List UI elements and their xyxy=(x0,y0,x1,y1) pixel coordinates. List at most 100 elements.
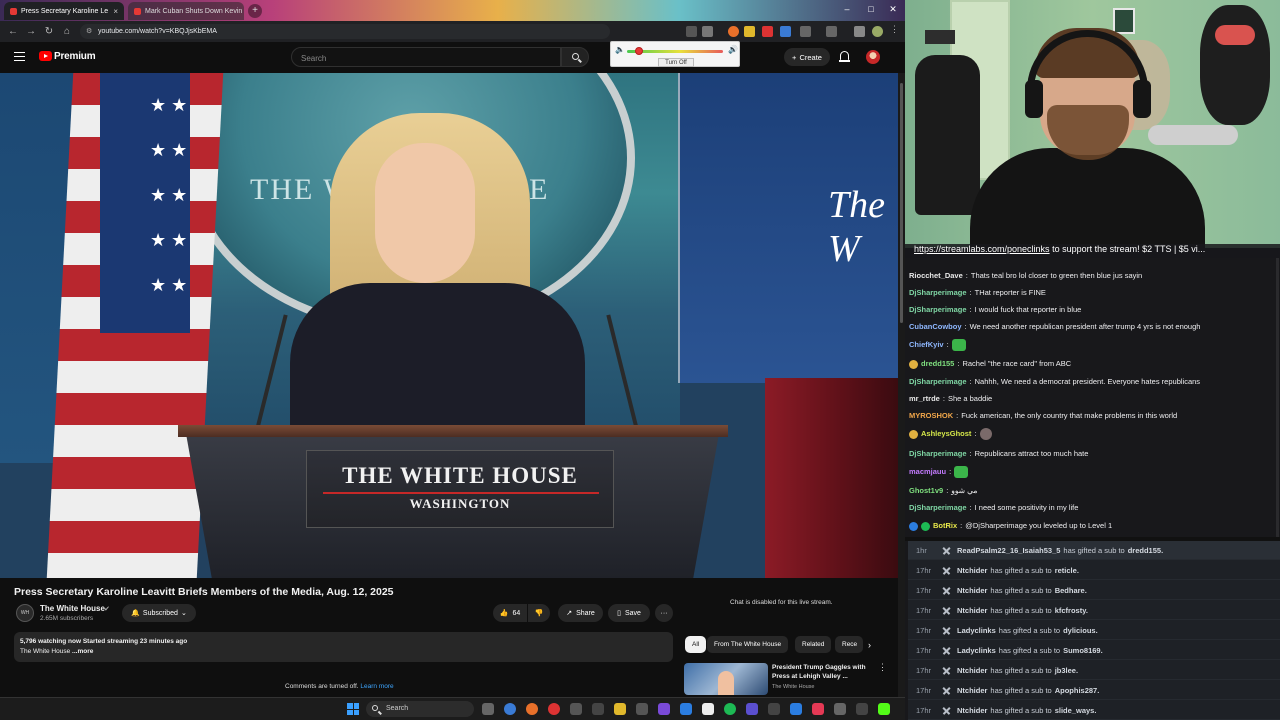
search-input[interactable] xyxy=(292,49,560,68)
extension-orange-icon[interactable] xyxy=(728,26,739,37)
tab-press-secretary[interactable]: Press Secretary Karoline Le × xyxy=(4,2,124,20)
youtube-premium-label[interactable]: Premium xyxy=(54,51,96,62)
sidebar-icon[interactable] xyxy=(826,26,837,37)
home-icon[interactable]: ⌂ xyxy=(58,26,76,37)
edge-icon[interactable] xyxy=(504,703,516,715)
app-icon[interactable] xyxy=(680,703,692,715)
more-actions-button[interactable]: ··· xyxy=(655,604,673,622)
reload-icon[interactable]: ↻ xyxy=(40,26,58,37)
app-icon[interactable] xyxy=(834,703,846,715)
tab-mark-cuban[interactable]: Mark Cuban Shuts Down Kevin × xyxy=(128,2,244,20)
notifications-bell-icon[interactable] xyxy=(838,51,850,62)
chevron-right-icon[interactable]: › xyxy=(868,640,871,650)
downloads-icon[interactable] xyxy=(854,26,865,37)
page-scrollbar-thumb[interactable] xyxy=(900,83,903,323)
speaker-loud-icon[interactable]: 🔊 xyxy=(728,45,738,54)
create-button[interactable]: + Create xyxy=(784,48,830,66)
chat-username[interactable]: mr_rtrde xyxy=(909,391,940,407)
dislike-button[interactable]: 👎 xyxy=(528,604,550,622)
app-icon[interactable] xyxy=(790,703,802,715)
channel-name[interactable]: The White House xyxy=(40,604,105,613)
like-button[interactable]: 👍 64 xyxy=(493,604,527,622)
hamburger-menu-icon[interactable] xyxy=(14,52,25,61)
chip-related[interactable]: Related xyxy=(795,636,832,653)
event-row[interactable]: 17hr Ntchider has gifted a sub to reticle. xyxy=(908,561,1280,580)
event-row[interactable]: 17hr Ntchider has gifted a sub to Apophis28… xyxy=(908,681,1280,700)
chat-username[interactable]: CubanCowboy xyxy=(909,319,962,335)
forward-icon[interactable]: → xyxy=(22,26,40,37)
chat-username[interactable]: DjSharperimage xyxy=(909,446,967,462)
page-scrollbar[interactable] xyxy=(898,73,905,700)
site-info-icon[interactable]: ⚙ xyxy=(86,24,92,39)
app-icon[interactable] xyxy=(636,703,648,715)
task-view-icon[interactable] xyxy=(482,703,494,715)
chat-username[interactable]: ChiefKyiv xyxy=(909,337,944,353)
recommendation-more-icon[interactable]: ⋮ xyxy=(878,662,887,673)
learn-more-link[interactable]: Learn more xyxy=(360,683,393,690)
kick-icon[interactable] xyxy=(878,703,890,715)
file-explorer-icon[interactable] xyxy=(614,703,626,715)
chat-username[interactable]: dredd155 xyxy=(921,356,954,372)
chat-username[interactable]: MYROSHOK xyxy=(909,408,953,424)
save-button[interactable]: ▯ Save xyxy=(608,604,650,622)
extensions-puzzle-icon[interactable] xyxy=(800,26,811,37)
minimize-icon[interactable]: – xyxy=(838,4,856,14)
chat-username[interactable]: Riocchet_Dave xyxy=(909,268,963,284)
ticker-link[interactable]: https://streamlabs.com/poneclinks xyxy=(914,244,1050,254)
event-row[interactable]: 17hr Ntchider has gifted a sub to Bedhare. xyxy=(908,581,1280,600)
close-tab-icon[interactable]: × xyxy=(113,7,118,16)
chat-username[interactable]: Ghost1v9 xyxy=(909,483,943,499)
chip-from-the-white-house[interactable]: From The White House xyxy=(707,636,789,653)
volume-slider-knob[interactable] xyxy=(634,47,643,55)
account-avatar[interactable] xyxy=(866,50,880,64)
app-icon[interactable] xyxy=(702,703,714,715)
app-icon[interactable] xyxy=(856,703,868,715)
share-button[interactable]: ↗ Share xyxy=(558,604,603,622)
taskbar-search[interactable]: Search xyxy=(366,701,474,717)
spotify-icon[interactable] xyxy=(724,703,736,715)
cast-icon[interactable] xyxy=(686,26,697,37)
chrome-icon[interactable] xyxy=(526,703,538,715)
new-tab-button[interactable]: + xyxy=(248,4,262,18)
app-icon[interactable] xyxy=(746,703,758,715)
speaker-mute-icon[interactable]: 🔈 xyxy=(615,45,625,54)
turn-off-button[interactable]: Turn Off xyxy=(658,58,694,67)
description-box[interactable]: 5,796 watching now Started streaming 23 … xyxy=(14,632,673,662)
recommendation-title[interactable]: President Trump Gaggles with Press at Le… xyxy=(772,663,872,681)
url-field[interactable]: ⚙ youtube.com/watch?v=KBQJjsKbEMA xyxy=(80,24,610,39)
event-row[interactable]: 17hr Ladyclinks has gifted a sub to Sumo816… xyxy=(908,641,1280,660)
event-row[interactable]: 17hr Ntchider has gifted a sub to kfcfrosty… xyxy=(908,601,1280,620)
chip-recent[interactable]: Rece xyxy=(835,636,863,653)
app-icon[interactable] xyxy=(768,703,780,715)
chat-username[interactable]: AshleysGhost xyxy=(921,426,971,442)
close-window-icon[interactable]: ✕ xyxy=(884,4,902,15)
chrome-profile-icon[interactable] xyxy=(548,703,560,715)
video-player[interactable]: THE WHITE HOUSE The W THE WHITE HOUSE WA… xyxy=(0,73,898,578)
chip-all[interactable]: All xyxy=(685,636,707,653)
windows-start-icon[interactable] xyxy=(347,703,359,715)
event-row[interactable]: 17hr Ladyclinks has gifted a sub to dylicio… xyxy=(908,621,1280,640)
app-icon[interactable] xyxy=(658,703,670,715)
chat-username[interactable]: macmjauu xyxy=(909,464,946,480)
chat-username[interactable]: DjSharperimage xyxy=(909,374,967,390)
event-row[interactable]: 17hr Ntchider has gifted a sub to jb3lee. xyxy=(908,661,1280,680)
search-button[interactable] xyxy=(561,47,589,67)
chat-username[interactable]: BotRix xyxy=(933,518,957,534)
extension-blue-icon[interactable] xyxy=(780,26,791,37)
channel-avatar[interactable]: WH xyxy=(16,604,34,622)
profile-icon[interactable] xyxy=(872,26,883,37)
maximize-icon[interactable]: □ xyxy=(862,4,880,14)
bookmark-star-icon[interactable] xyxy=(702,26,713,37)
youtube-logo-icon[interactable] xyxy=(39,51,52,61)
back-icon[interactable]: ← xyxy=(4,26,22,37)
chat-username[interactable]: DjSharperimage xyxy=(909,500,967,516)
extension-yellow-icon[interactable] xyxy=(744,26,755,37)
app-icon[interactable] xyxy=(592,703,604,715)
search-box[interactable] xyxy=(291,47,561,68)
volume-slider[interactable] xyxy=(627,47,723,55)
app-icon[interactable] xyxy=(812,703,824,715)
event-row[interactable]: 1hr ReadPsalm22_16_Isaiah53_5 has gifted a… xyxy=(908,541,1280,560)
chat-scrollbar[interactable] xyxy=(1276,258,1279,538)
kebab-menu-icon[interactable]: ⋮ xyxy=(890,24,901,35)
chat-username[interactable]: DjSharperimage xyxy=(909,285,967,301)
